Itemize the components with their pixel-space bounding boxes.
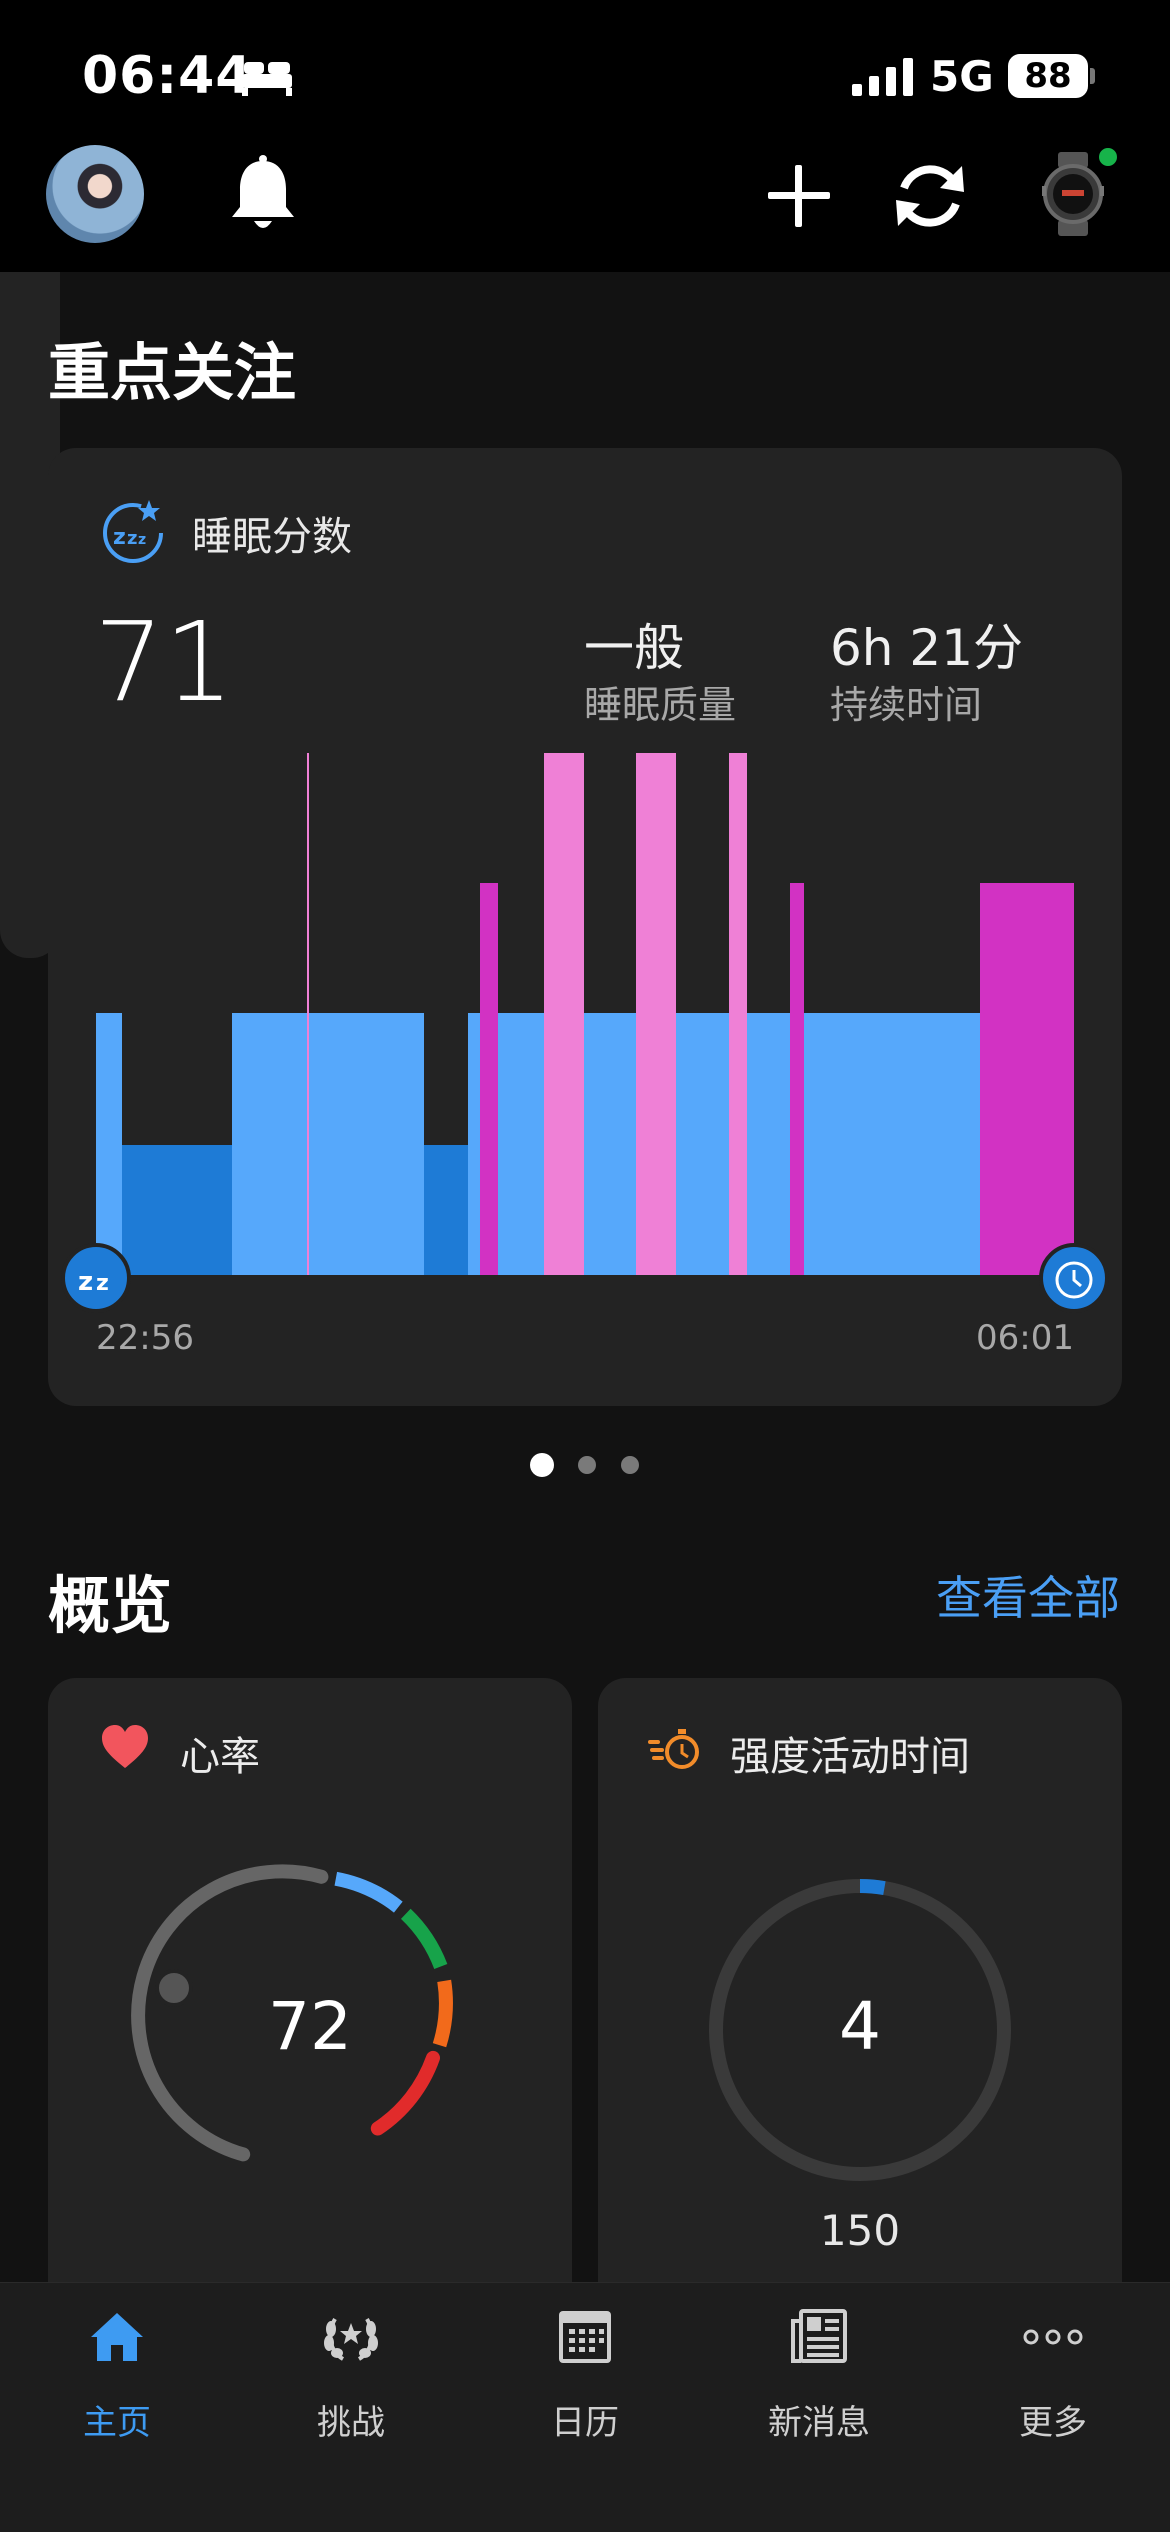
intensity-goal-value: 150 xyxy=(819,2206,901,2255)
heart-rate-card[interactable]: 心率 72 xyxy=(48,1678,572,2318)
stage-light xyxy=(232,1013,424,1275)
pager-dot[interactable] xyxy=(578,1456,596,1474)
watch-icon[interactable] xyxy=(1040,152,1106,236)
stage-rem xyxy=(729,753,747,1275)
stage-deep xyxy=(424,1145,468,1275)
stage-rem xyxy=(307,753,309,1275)
status-time: 06:44 xyxy=(82,46,253,106)
wake-alarm-icon xyxy=(1039,1243,1109,1313)
stage-awake xyxy=(480,883,498,1275)
sync-icon[interactable] xyxy=(890,158,970,234)
sleep-mode-icon xyxy=(242,62,292,96)
stage-awake xyxy=(790,883,804,1275)
svg-text:z: z xyxy=(96,1271,109,1296)
sleep-start-time: 22:56 xyxy=(96,1318,194,1358)
newsfeed-icon xyxy=(791,2309,847,2363)
sleep-stage-chart: z z xyxy=(61,753,1109,1313)
network-type: 5G xyxy=(930,52,994,101)
sleep-score-card[interactable]: z z z 睡眠分数 71 一般 睡眠质量 6h 21分 持续时间 z z 22… xyxy=(48,448,1122,1406)
stage-rem xyxy=(636,753,676,1275)
view-all-link[interactable]: 查看全部 xyxy=(936,1562,1120,1628)
nav-newsfeed[interactable]: 新消息 xyxy=(702,2283,936,2532)
battery-tip xyxy=(1090,68,1095,84)
battery-indicator: 88 xyxy=(1008,54,1088,98)
intensity-minutes-card[interactable]: 强度活动时间 4 150 xyxy=(598,1678,1122,2318)
pager-dot[interactable] xyxy=(530,1453,554,1477)
nav-calendar-label: 日历 xyxy=(551,2403,619,2443)
pager-dot[interactable] xyxy=(621,1456,639,1474)
stage-deep xyxy=(122,1145,232,1275)
heart-rate-value: 72 xyxy=(268,1988,352,2065)
add-icon[interactable] xyxy=(768,165,830,227)
svg-text:z: z xyxy=(78,1267,93,1297)
stage-awake xyxy=(980,883,1074,1275)
laurel-icon xyxy=(324,2318,378,2361)
nav-more[interactable]: 更多 xyxy=(936,2283,1170,2532)
intensity-minutes-value: 4 xyxy=(839,1988,881,2065)
device-connected-dot xyxy=(1096,145,1120,169)
nav-home[interactable]: 主页 xyxy=(0,2283,234,2532)
bell-icon[interactable] xyxy=(228,155,298,235)
nav-challenges[interactable]: 挑战 xyxy=(234,2283,468,2532)
nav-more-label: 更多 xyxy=(1019,2403,1087,2443)
home-icon xyxy=(91,2313,143,2361)
sleep-end-time: 06:01 xyxy=(976,1318,1074,1358)
nav-challenges-label: 挑战 xyxy=(317,2403,385,2443)
more-icon xyxy=(1023,2329,1083,2345)
nav-calendar[interactable]: 日历 xyxy=(468,2283,702,2532)
cellular-signal-icon xyxy=(852,58,913,96)
avatar[interactable] xyxy=(46,145,144,243)
bottom-navigation: 主页 挑战 日历 新消息 更多 xyxy=(0,2282,1170,2532)
highlight-pager xyxy=(0,1453,1170,1480)
top-app-bar xyxy=(0,0,1170,272)
sleep-start-icon: z z xyxy=(61,1243,131,1313)
nav-newsfeed-label: 新消息 xyxy=(768,2403,870,2443)
stage-light xyxy=(96,1013,122,1275)
overview-section-title: 概览 xyxy=(48,1569,173,1642)
nav-home-label: 主页 xyxy=(83,2403,151,2443)
highlight-section-title: 重点关注 xyxy=(48,336,297,409)
calendar-icon xyxy=(559,2311,611,2363)
stage-rem xyxy=(544,753,584,1275)
